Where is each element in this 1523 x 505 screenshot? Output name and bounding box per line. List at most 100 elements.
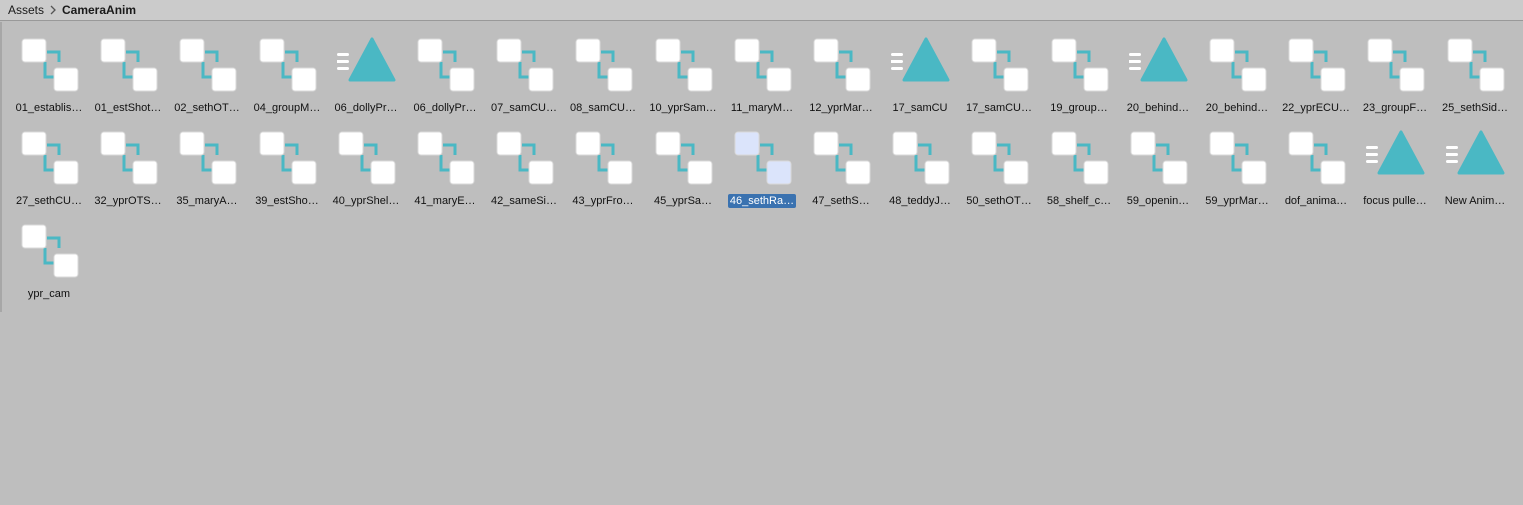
breadcrumb-assets[interactable]: Assets — [8, 3, 44, 18]
animator-controller-item[interactable]: 27_sethCU… — [13, 121, 85, 207]
asset-label-wrap: 48_teddyJ… — [884, 194, 956, 208]
asset-label: 11_maryM… — [730, 102, 794, 114]
animator-controller-item[interactable]: 43_yprFro… — [567, 121, 639, 207]
asset-label-wrap: 20_behind… — [1201, 101, 1273, 115]
asset-label: 41_maryE… — [414, 195, 476, 207]
animator-controller-item[interactable]: 07_samCU… — [488, 28, 560, 114]
animator-controller-item[interactable]: 01_establis… — [13, 28, 85, 114]
asset-label-wrap: 06_dollyPr… — [330, 101, 402, 115]
animator-controller-item[interactable]: 47_sethS… — [805, 121, 877, 207]
animator-controller-item[interactable]: 17_samCU… — [963, 28, 1035, 114]
animation-clip-icon — [1127, 36, 1191, 96]
animator-controller-icon — [1287, 129, 1349, 189]
animator-controller-item[interactable]: ypr_cam — [13, 214, 85, 300]
animator-controller-item[interactable]: 04_groupM… — [251, 28, 323, 114]
animator-controller-item[interactable]: 20_behind… — [1201, 28, 1273, 114]
asset-label: 59_yprMar… — [1205, 195, 1269, 207]
animator-controller-item[interactable]: 19_group… — [1043, 28, 1115, 114]
animator-controller-item[interactable]: 25_sethSid… — [1439, 28, 1511, 114]
animator-controller-item[interactable]: 02_sethOT… — [171, 28, 243, 114]
animator-controller-icon — [733, 129, 795, 189]
animator-controller-icon — [1446, 36, 1508, 96]
animator-controller-item[interactable]: 11_maryM… — [726, 28, 798, 114]
asset-label-wrap: 46_sethRa… — [726, 194, 798, 208]
animator-controller-item[interactable]: 50_sethOT… — [963, 121, 1035, 207]
animator-controller-icon — [20, 222, 82, 282]
animator-controller-icon — [178, 36, 240, 96]
animator-controller-icon — [654, 36, 716, 96]
animator-controller-item[interactable]: 10_yprSam… — [647, 28, 719, 114]
panel-edge — [0, 22, 2, 312]
asset-label: 50_sethOT… — [966, 195, 1032, 207]
asset-label-wrap: 27_sethCU… — [13, 194, 85, 208]
animation-clip-item[interactable]: 17_samCU — [884, 28, 956, 114]
asset-label-wrap: 58_shelf_c… — [1043, 194, 1115, 208]
animation-clip-icon — [1444, 129, 1508, 189]
asset-label-wrap: 42_sameSi… — [488, 194, 560, 208]
asset-label: 47_sethS… — [812, 195, 870, 207]
asset-label: 01_estShot… — [94, 102, 162, 114]
asset-label: 59_openin… — [1126, 195, 1190, 207]
animation-clip-item[interactable]: New Anim… — [1439, 121, 1511, 207]
asset-label-wrap: dof_anima… — [1280, 194, 1352, 208]
animator-controller-icon — [258, 36, 320, 96]
asset-label-wrap: 10_yprSam… — [647, 101, 719, 115]
asset-label: 07_samCU… — [490, 102, 558, 114]
animator-controller-icon — [733, 36, 795, 96]
animator-controller-item[interactable]: 40_yprShel… — [330, 121, 402, 207]
asset-label-wrap: 02_sethOT… — [171, 101, 243, 115]
asset-label-wrap: 41_maryE… — [409, 194, 481, 208]
asset-label-wrap: focus pulle… — [1359, 194, 1431, 208]
animator-controller-item[interactable]: 22_yprECU… — [1280, 28, 1352, 114]
animator-controller-item[interactable]: 59_openin… — [1122, 121, 1194, 207]
animator-controller-icon — [1366, 36, 1428, 96]
animator-controller-item[interactable]: 23_groupF… — [1359, 28, 1431, 114]
animator-controller-item[interactable]: 35_maryA… — [171, 121, 243, 207]
animator-controller-item[interactable]: 12_yprMar… — [805, 28, 877, 114]
asset-label: 17_samCU — [892, 102, 948, 114]
asset-label: 06_dollyPr… — [334, 102, 398, 114]
animator-controller-icon — [1208, 36, 1270, 96]
breadcrumb-current[interactable]: CameraAnim — [62, 3, 136, 18]
animator-controller-item[interactable]: 39_estSho… — [251, 121, 323, 207]
animator-controller-item[interactable]: 59_yprMar… — [1201, 121, 1273, 207]
asset-label: 20_behind… — [1205, 102, 1269, 114]
asset-label: 39_estSho… — [255, 195, 319, 207]
animation-clip-item[interactable]: 06_dollyPr… — [330, 28, 402, 114]
animator-controller-icon — [416, 129, 478, 189]
animator-controller-item[interactable]: 06_dollyPr… — [409, 28, 481, 114]
asset-label: 45_yprSa… — [653, 195, 713, 207]
animator-controller-item[interactable]: dof_anima… — [1280, 121, 1352, 207]
animator-controller-icon — [970, 36, 1032, 96]
animator-controller-item[interactable]: 01_estShot… — [92, 28, 164, 114]
asset-label-wrap: 04_groupM… — [251, 101, 323, 115]
animator-controller-item[interactable]: 58_shelf_c… — [1043, 121, 1115, 207]
asset-label: 10_yprSam… — [649, 102, 717, 114]
asset-label: 35_maryA… — [176, 195, 238, 207]
animator-controller-item[interactable]: 08_samCU… — [567, 28, 639, 114]
asset-label-wrap: 23_groupF… — [1359, 101, 1431, 115]
asset-label: 01_establis… — [15, 102, 83, 114]
animator-controller-item[interactable]: 48_teddyJ… — [884, 121, 956, 207]
animator-controller-icon — [99, 129, 161, 189]
asset-label-wrap: 08_samCU… — [567, 101, 639, 115]
animator-controller-icon — [891, 129, 953, 189]
asset-label-wrap: 19_group… — [1043, 101, 1115, 115]
asset-label-wrap: 59_yprMar… — [1201, 194, 1273, 208]
animator-controller-icon — [495, 129, 557, 189]
animator-controller-item[interactable]: 32_yprOTS… — [92, 121, 164, 207]
animator-controller-item[interactable]: 41_maryE… — [409, 121, 481, 207]
animator-controller-item[interactable]: 46_sethRa… — [726, 121, 798, 208]
animator-controller-item[interactable]: 45_yprSa… — [647, 121, 719, 207]
animation-clip-item[interactable]: 20_behind… — [1122, 28, 1194, 114]
asset-label-wrap: 25_sethSid… — [1439, 101, 1511, 115]
animation-clip-item[interactable]: focus pulle… — [1359, 121, 1431, 207]
animator-controller-icon — [812, 36, 874, 96]
asset-label-wrap: 50_sethOT… — [963, 194, 1035, 208]
animator-controller-icon — [1050, 36, 1112, 96]
asset-label-wrap: 40_yprShel… — [330, 194, 402, 208]
animator-controller-icon — [574, 36, 636, 96]
asset-label: 48_teddyJ… — [889, 195, 951, 207]
animator-controller-icon — [970, 129, 1032, 189]
animator-controller-item[interactable]: 42_sameSi… — [488, 121, 560, 207]
